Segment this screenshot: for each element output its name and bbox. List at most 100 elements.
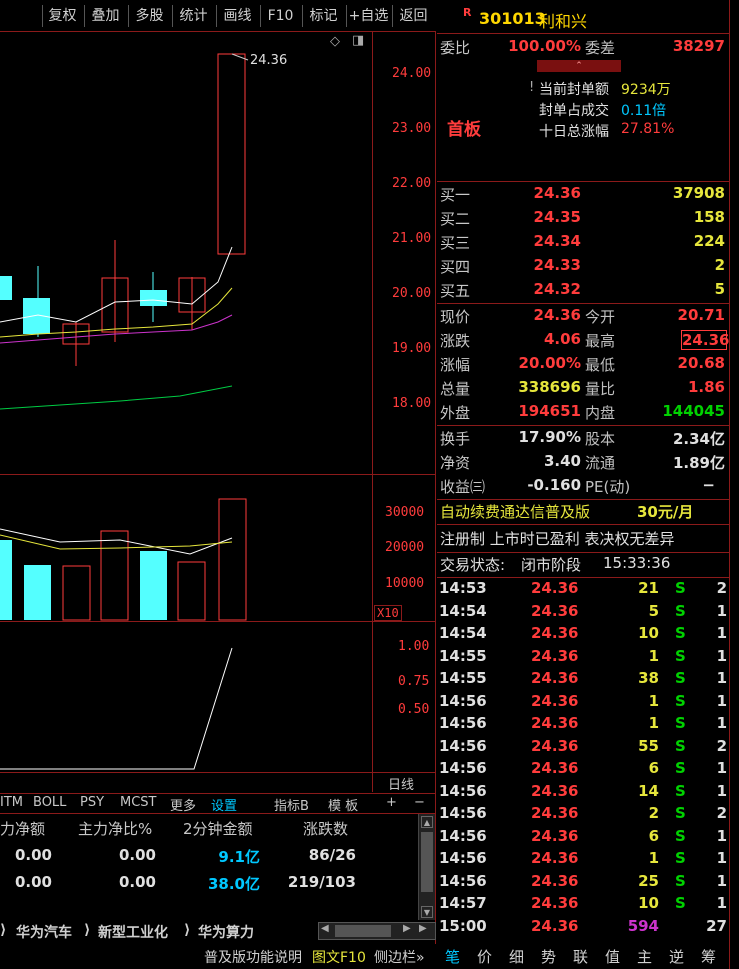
volume-tick: 10000 bbox=[385, 576, 425, 591]
tick-list[interactable]: 14:53 24.36 21 S 2 14:54 24.36 5 S 1 14:54 24.36 1… bbox=[437, 579, 729, 941]
tab-mcst[interactable]: MCST bbox=[120, 795, 157, 810]
sector-tab-huawei-compute[interactable]: 华为算力 bbox=[198, 922, 254, 942]
volume-bars bbox=[0, 498, 247, 621]
volume-tick: 20000 bbox=[385, 540, 425, 555]
kline-chart-area[interactable]: ◇ ◨ 24.00 23.00 22.00 21.00 20.00 19.00 … bbox=[0, 32, 436, 944]
back-button[interactable]: 返回 bbox=[392, 5, 434, 27]
volume-tick: 30000 bbox=[385, 505, 425, 520]
vertical-scrollbar[interactable]: ▲ ▼ bbox=[418, 814, 435, 920]
high-price-label: 24.36 bbox=[250, 53, 288, 68]
scroll-right-icon[interactable]: ▶ bbox=[403, 923, 411, 934]
quote-row: 涨跌 4.06 最高 24.36 bbox=[440, 330, 730, 350]
stock-name[interactable]: 利和兴 bbox=[539, 8, 587, 32]
panel-tabbar: 笔 价 细 势 联 值 主 逆 筹 bbox=[437, 944, 739, 969]
tab-indicator-b[interactable]: 指标B bbox=[274, 795, 309, 814]
bid-row[interactable]: 买一 24.36 37908 bbox=[437, 184, 729, 208]
panel-divider bbox=[729, 0, 730, 969]
scroll-left-icon[interactable]: ◀ bbox=[321, 923, 329, 934]
tab-detail[interactable]: 细 bbox=[509, 946, 524, 967]
table-header: 力净额 bbox=[0, 820, 46, 838]
candles bbox=[0, 53, 246, 366]
tab-main[interactable]: 主 bbox=[637, 946, 652, 967]
promo-banner[interactable]: 自动续费通达信普及版 30元/月 bbox=[437, 501, 729, 525]
bid-row[interactable]: 买二 24.35 158 bbox=[437, 208, 729, 232]
f10-text-link[interactable]: 图文F10 bbox=[312, 947, 366, 967]
stock-code: 301013 bbox=[479, 9, 546, 28]
tab-related[interactable]: 联 bbox=[573, 946, 588, 967]
scroll-end-icon[interactable]: ▶ bbox=[419, 923, 427, 934]
tab-boll[interactable]: BOLL bbox=[33, 795, 66, 810]
bid-row[interactable]: 买五 24.32 5 bbox=[437, 280, 729, 304]
list-item: 15:00 24.36 594 27 bbox=[439, 916, 727, 935]
collapse-icon[interactable]: ⌃ bbox=[537, 60, 621, 72]
info-icon[interactable]: ! bbox=[529, 80, 534, 95]
list-item: 14:56 24.36 6 S 1 bbox=[439, 826, 727, 845]
table-header: 涨跌数 bbox=[303, 820, 349, 838]
scroll-thumb[interactable] bbox=[421, 832, 433, 892]
fundamental-row: 净资 3.40 流通 1.89亿 bbox=[440, 452, 725, 472]
tab-trend[interactable]: 势 bbox=[541, 946, 556, 967]
add-indicator-button[interactable]: + bbox=[386, 795, 397, 810]
help-link[interactable]: 普及版功能说明 bbox=[204, 947, 302, 967]
list-item: 14:57 24.36 10 S 1 bbox=[439, 894, 727, 912]
list-item: 14:55 24.36 1 S 1 bbox=[439, 646, 727, 665]
osc-tick: 0.75 bbox=[398, 674, 430, 689]
tab-settings[interactable]: 设置 bbox=[211, 795, 237, 814]
period-label[interactable]: 日线 bbox=[388, 774, 414, 793]
quote-panel: R 301013 利和兴 委比 100.00% 委差 38297 ⌃ 首板 ! … bbox=[437, 0, 739, 969]
price-tick: 24.00 bbox=[392, 66, 432, 81]
stock-tags: 注册制 上市时已盈利 表决权无差异 bbox=[440, 530, 675, 548]
tab-separator-icon: ⟩ bbox=[84, 922, 91, 938]
osc-tick: 1.00 bbox=[398, 639, 430, 654]
sidebar-toggle[interactable]: 侧边栏» bbox=[374, 947, 425, 967]
table-row[interactable]: 0.00 0.00 9.1亿 86/26 bbox=[0, 846, 436, 872]
scroll-thumb[interactable] bbox=[335, 925, 391, 937]
list-item: 14:56 24.36 1 S 1 bbox=[439, 849, 727, 867]
tab-separator-icon: ⟩ bbox=[184, 922, 191, 938]
f10-button[interactable]: F10 bbox=[260, 5, 300, 27]
price-tick: 18.00 bbox=[392, 396, 432, 411]
scroll-up-icon[interactable]: ▲ bbox=[421, 816, 433, 828]
sector-tab-new-industrial[interactable]: 新型工业化 bbox=[98, 922, 168, 942]
tab-value[interactable]: 值 bbox=[605, 946, 620, 967]
tab-price[interactable]: 价 bbox=[477, 946, 492, 967]
commission-ratio-row: 委比 100.00% 委差 38297 bbox=[440, 37, 725, 57]
list-item: 14:56 24.36 2 S 2 bbox=[439, 804, 727, 822]
overlay-button[interactable]: 叠加 bbox=[84, 5, 126, 27]
bid-row[interactable]: 买三 24.34 224 bbox=[437, 232, 729, 256]
statistics-button[interactable]: 统计 bbox=[172, 5, 214, 27]
tab-reverse[interactable]: 逆 bbox=[669, 946, 684, 967]
tab-template[interactable]: 模 板 bbox=[328, 795, 358, 814]
list-item: 14:56 24.36 1 S 1 bbox=[439, 691, 727, 710]
sector-tab-huawei-auto[interactable]: 华为汽车 bbox=[16, 922, 72, 942]
price-tick: 23.00 bbox=[392, 121, 432, 136]
bid-row[interactable]: 买四 24.33 2 bbox=[437, 256, 729, 280]
price-tick: 21.00 bbox=[392, 231, 432, 246]
quote-row: 涨幅 20.00% 最低 20.68 bbox=[440, 354, 725, 374]
list-item: 14:55 24.36 38 S 1 bbox=[439, 669, 727, 687]
list-item: 14:54 24.36 10 S 1 bbox=[439, 624, 727, 642]
quote-row: 外盘 194651 内盘 144045 bbox=[440, 402, 725, 422]
table-row[interactable]: 0.00 0.00 38.0亿 219/103 bbox=[0, 873, 436, 899]
horizontal-scrollbar[interactable]: ◀ ▶ ▶ bbox=[318, 922, 436, 940]
draw-line-button[interactable]: 画线 bbox=[216, 5, 258, 27]
multi-stock-button[interactable]: 多股 bbox=[128, 5, 170, 27]
tab-separator-icon: ⟩ bbox=[0, 922, 7, 938]
fund-flow-table: 力净额 主力净比% 2分钟金额 涨跌数 0.00 0.00 9.1亿 86/26… bbox=[0, 814, 436, 920]
tab-more[interactable]: 更多 bbox=[170, 795, 196, 814]
tab-chips[interactable]: 筹 bbox=[701, 946, 716, 967]
mark-button[interactable]: 标记 bbox=[302, 5, 344, 27]
remove-indicator-button[interactable]: − bbox=[414, 795, 425, 810]
price-tick: 22.00 bbox=[392, 176, 432, 191]
volume-unit: X10 bbox=[374, 605, 402, 621]
tab-itm[interactable]: ITM bbox=[0, 795, 23, 810]
add-watchlist-button[interactable]: +自选 bbox=[346, 5, 390, 27]
sector-tabbar: ⟩ 华为汽车 ⟩ 新型工业化 ⟩ 华为算力 ◀ ▶ ▶ bbox=[0, 920, 436, 942]
tab-trades[interactable]: 笔 bbox=[445, 946, 460, 967]
tab-psy[interactable]: PSY bbox=[80, 795, 104, 810]
fuquan-button[interactable]: 复权 bbox=[42, 5, 82, 27]
table-header: 2分钟金额 bbox=[183, 820, 253, 838]
scroll-down-icon[interactable]: ▼ bbox=[421, 906, 433, 918]
list-item: 14:56 24.36 1 S 1 bbox=[439, 714, 727, 732]
status-bar: 普及版功能说明 图文F10 侧边栏» bbox=[0, 944, 436, 969]
